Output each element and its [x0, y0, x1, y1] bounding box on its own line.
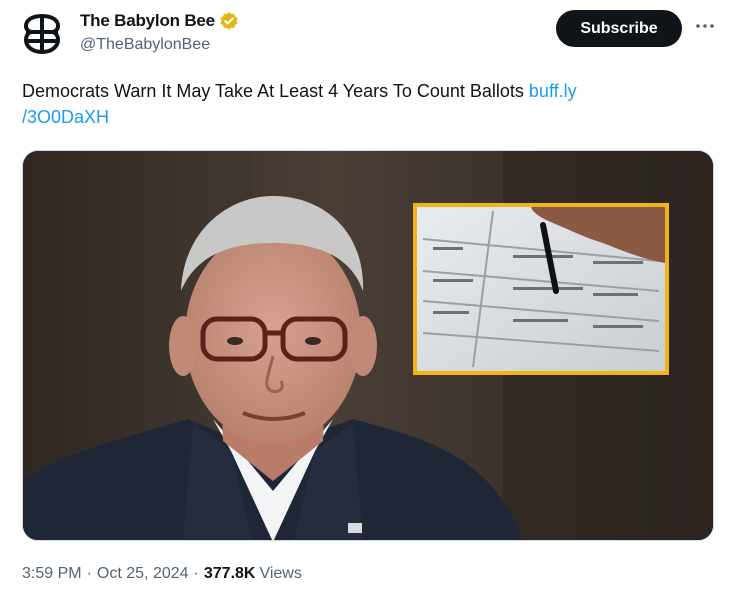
verified-badge-icon[interactable] — [219, 11, 239, 31]
tweet-header: The Babylon Bee @TheBabylonBee Subscribe — [0, 0, 737, 70]
tweet-text: Democrats Warn It May Take At Least 4 Ye… — [22, 78, 712, 130]
tweet-date[interactable]: Oct 25, 2024 — [97, 565, 189, 583]
views-label: Views — [259, 565, 302, 582]
subscribe-button[interactable]: Subscribe — [556, 10, 682, 47]
views-count[interactable]: 377.8K — [204, 565, 256, 583]
meta-separator: · — [86, 565, 92, 582]
meta-separator: · — [193, 565, 199, 582]
tweet-meta: 3:59 PM · Oct 25, 2024 · 377.8K Views — [22, 565, 302, 583]
author-name[interactable]: The Babylon Bee — [80, 11, 215, 31]
author-handle[interactable]: @TheBabylonBee — [80, 36, 210, 54]
tweet-time[interactable]: 3:59 PM — [22, 565, 82, 583]
more-dots-icon[interactable] — [693, 14, 717, 38]
tweet-photo[interactable] — [22, 150, 714, 541]
bee-logo-icon[interactable] — [18, 10, 66, 58]
tweet-body: Democrats Warn It May Take At Least 4 Ye… — [22, 81, 529, 101]
author-name-row: The Babylon Bee — [80, 11, 239, 31]
